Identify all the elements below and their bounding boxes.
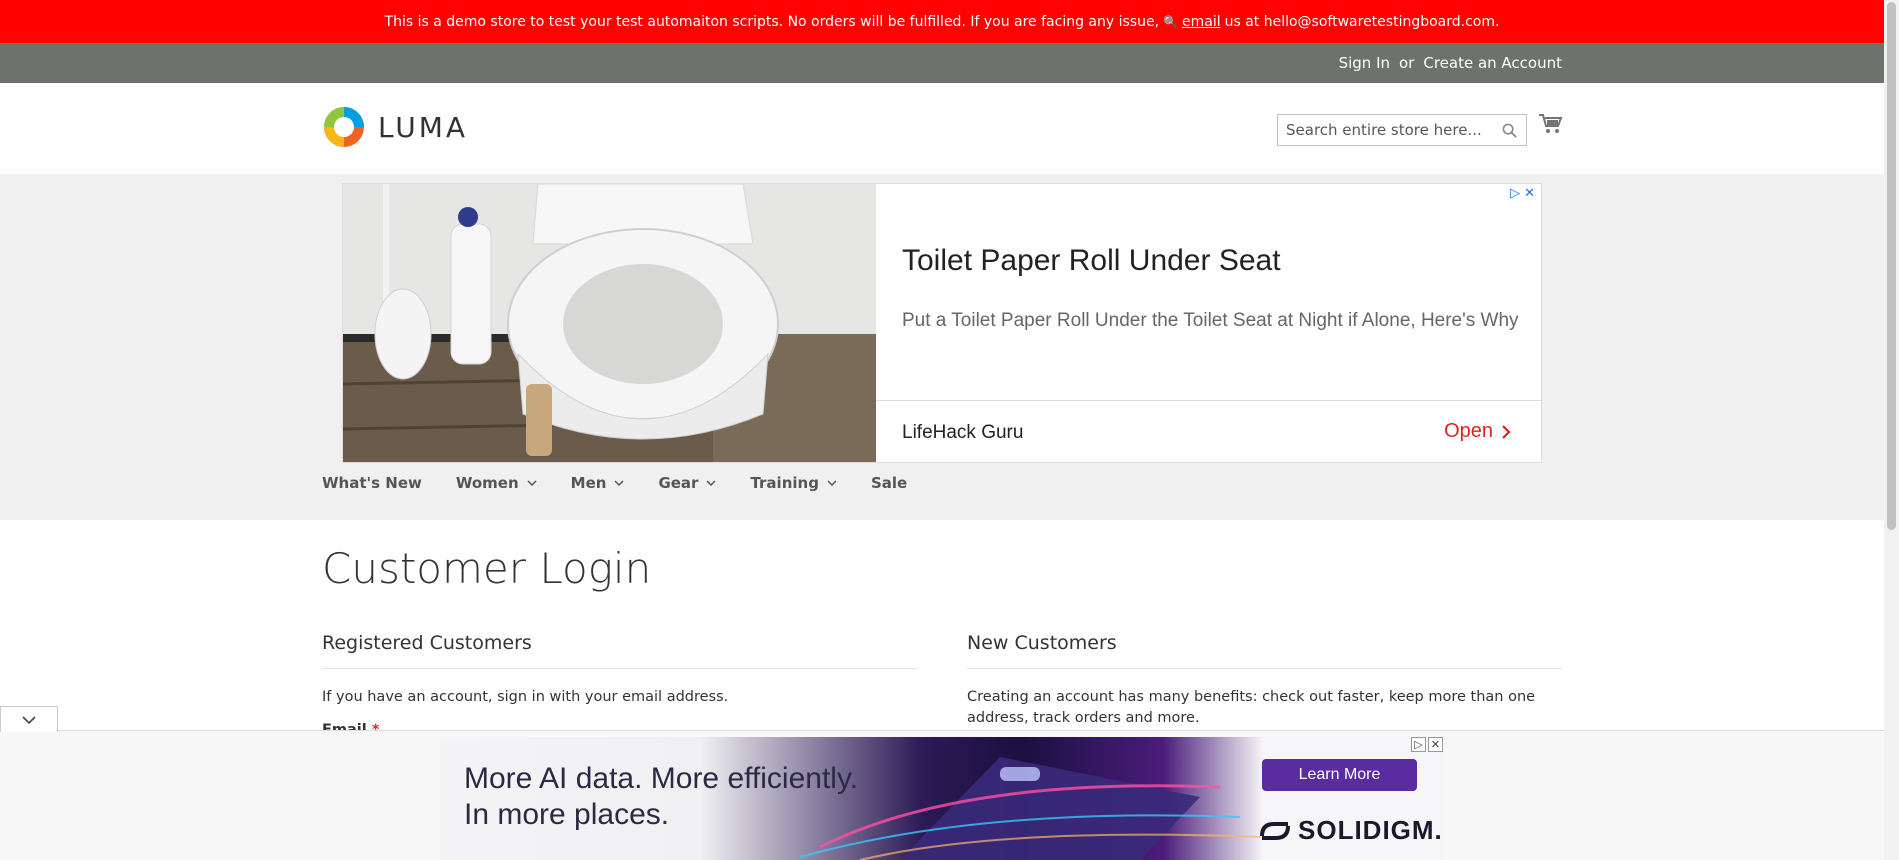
search-icon: 🔍 [1163,14,1178,29]
demo-notice-text: This is a demo store to test your test a… [384,13,1160,30]
new-customers-heading: New Customers [967,632,1562,669]
banner-brand: SOLIDIGM. [1258,815,1443,846]
new-customers-block: New Customers Creating an account has ma… [967,632,1562,729]
nav-item-men[interactable]: Men [571,474,625,492]
email-link[interactable]: email [1182,14,1221,30]
banner-ad-choices[interactable]: ▷ ✕ [1411,737,1443,752]
sign-in-link[interactable]: Sign In [1339,54,1390,72]
close-icon[interactable]: ✕ [1524,186,1535,201]
chevron-down-icon [706,480,716,487]
ad-choices[interactable]: ▷ ✕ [1510,186,1535,201]
adchoices-icon[interactable]: ▷ [1510,186,1520,201]
new-customers-text: Creating an account has many benefits: c… [967,689,1536,726]
adchoices-icon[interactable]: ▷ [1411,737,1426,752]
vertical-scrollbar[interactable] [1884,0,1899,860]
chevron-down-icon [22,715,36,724]
ad-open-button[interactable]: Open [1444,420,1511,443]
search-input[interactable] [1286,121,1500,139]
nav-item-women[interactable]: Women [456,474,537,492]
chevron-down-icon [527,480,537,487]
learn-more-button[interactable]: Learn More [1262,759,1417,791]
collapse-ad-button[interactable] [0,706,58,732]
page-title: Customer Login [322,544,652,593]
banner-headline-line2: In more places. [464,798,670,831]
toilet-illustration-icon [343,184,876,462]
logo-text: LUMA [378,110,469,144]
page: This is a demo store to test your test a… [0,0,1884,860]
demo-notice-text-after: us at hello@softwaretestingboard.com. [1224,13,1500,30]
or-separator: or [1399,54,1415,72]
ad-open-label: Open [1444,420,1493,442]
demo-notice-bar: This is a demo store to test your test a… [0,0,1884,43]
nav-item-label: Men [570,474,607,492]
ad-image [343,184,876,462]
chevron-down-icon [827,480,837,487]
site-header: LUMA [0,83,1884,174]
ad-divider [876,400,1541,401]
chevron-right-icon [1502,424,1511,439]
close-icon[interactable]: ✕ [1428,737,1443,752]
bottom-banner-ad[interactable]: More AI data. More efficiently. In more … [440,737,1444,860]
cart-icon[interactable] [1538,112,1564,136]
magnifier-icon [1502,123,1517,138]
nav-item-label: Women [455,474,519,492]
header-panel: Sign In or Create an Account [0,43,1884,83]
ad-and-nav-section: ▷ ✕ Toilet Paper Roll Under Seat Put a T… [0,174,1884,520]
registered-customers-text: If you have an account, sign in with you… [322,689,729,705]
banner-headline-line1: More AI data. More efficiently. [464,762,859,795]
scrollbar-thumb[interactable] [1887,2,1896,530]
ad-advertiser: LifeHack Guru [902,422,1024,443]
nav-item-label: Training [750,474,819,492]
ad-title[interactable]: Toilet Paper Roll Under Seat [902,244,1281,278]
ad-description: Put a Toilet Paper Roll Under the Toilet… [902,310,1519,331]
logo[interactable]: LUMA [322,105,468,149]
main-nav: What's New Women Men Gear Training Sale [322,474,907,492]
banner-headline: More AI data. More efficiently. In more … [464,761,858,833]
nav-item-whats-new[interactable]: What's New [322,474,422,492]
nav-item-label: What's New [322,474,422,492]
ad-content: ▷ ✕ Toilet Paper Roll Under Seat Put a T… [876,184,1541,462]
solidigm-logo-icon [1260,821,1290,840]
chevron-down-icon [614,480,624,487]
registered-customers-heading: Registered Customers [322,632,917,669]
nav-item-sale[interactable]: Sale [871,474,907,492]
banner-brand-text: SOLIDIGM. [1298,815,1443,845]
nav-item-label: Sale [870,474,908,492]
nav-item-gear[interactable]: Gear [658,474,716,492]
create-account-link[interactable]: Create an Account [1423,54,1562,72]
nav-item-label: Gear [658,474,699,492]
display-ad[interactable]: ▷ ✕ Toilet Paper Roll Under Seat Put a T… [342,183,1542,463]
nav-item-training[interactable]: Training [750,474,837,492]
search-box [1277,114,1527,146]
registered-customers-block: Registered Customers If you have an acco… [322,632,917,708]
luma-logo-icon [324,107,364,147]
search-button[interactable] [1500,121,1518,139]
